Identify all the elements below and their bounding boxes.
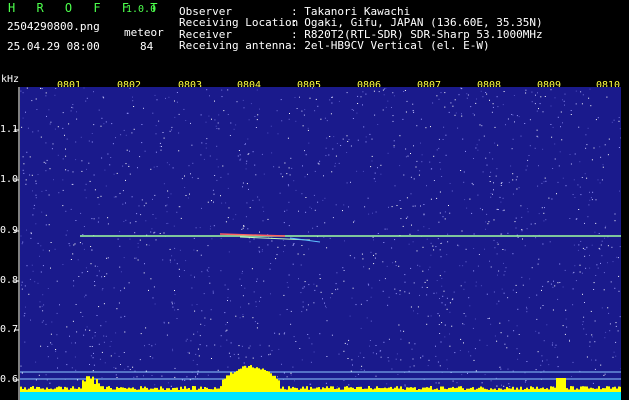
spectrogram-plot — [20, 87, 621, 400]
location-label: Receiving Location — [179, 16, 299, 29]
hroffft-spectrogram-window: { "header": { "brand": "H R O F F T", "v… — [0, 0, 629, 400]
observation-datetime: 25.04.29 08:00 — [7, 40, 100, 53]
antenna-value: : 2el-HB9CV Vertical (el. E-W) — [291, 39, 490, 52]
antenna-label: Receiving antenna — [179, 39, 292, 52]
location-value: : Ogaki, Gifu, JAPAN (136.60E, 35.35N) — [291, 16, 543, 29]
meteor-count: 84 — [140, 40, 154, 53]
y-axis — [14, 87, 20, 400]
app-version: 1.0.0 — [126, 4, 157, 15]
meteor-label: meteor — [124, 26, 164, 39]
histogram-base — [20, 392, 621, 400]
image-filename: 2504290800.png — [7, 20, 100, 33]
plot-background — [20, 87, 621, 400]
